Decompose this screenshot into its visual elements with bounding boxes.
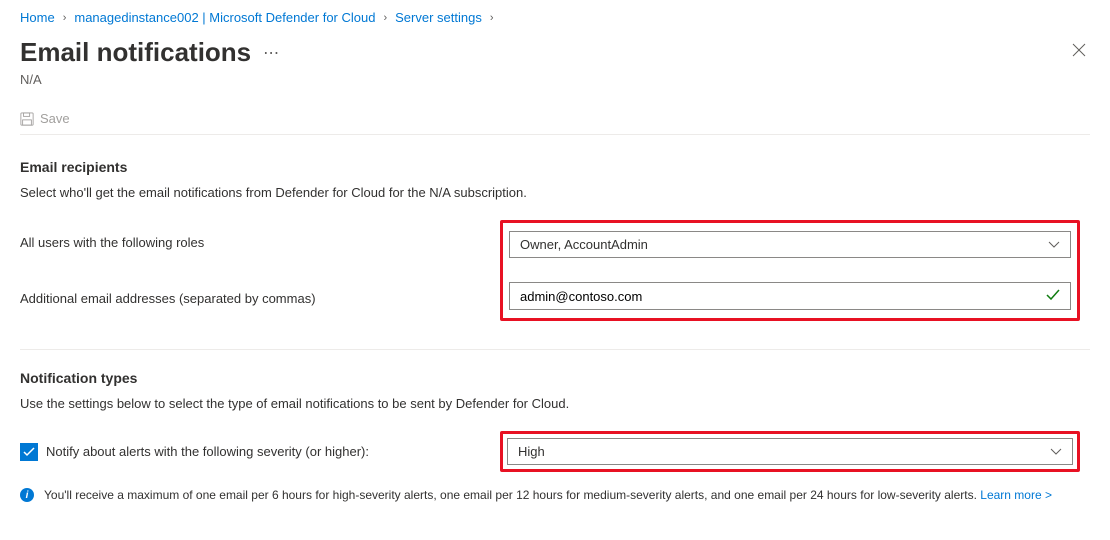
check-icon (1046, 288, 1060, 304)
page-subtitle: N/A (20, 72, 1090, 87)
breadcrumb-instance[interactable]: managedinstance002 | Microsoft Defender … (74, 10, 375, 25)
more-options-icon[interactable]: ⋯ (263, 43, 280, 63)
info-bar: i You'll receive a maximum of one email … (20, 488, 1090, 502)
learn-more-link[interactable]: Learn more > (980, 488, 1052, 502)
severity-value: High (518, 444, 545, 459)
breadcrumb-home[interactable]: Home (20, 10, 55, 25)
close-icon (1072, 43, 1086, 57)
roles-dropdown[interactable]: Owner, AccountAdmin (509, 231, 1071, 258)
emails-input-wrapper[interactable] (509, 282, 1071, 310)
section-recipients-title: Email recipients (20, 159, 1090, 175)
toolbar: Save (20, 103, 1090, 135)
emails-label: Additional email addresses (separated by… (20, 291, 500, 306)
chevron-right-icon: › (383, 12, 387, 24)
section-types-title: Notification types (20, 370, 1090, 386)
severity-label: Notify about alerts with the following s… (46, 444, 369, 459)
emails-input[interactable] (520, 289, 1046, 304)
section-types-desc: Use the settings below to select the typ… (20, 396, 1090, 411)
chevron-right-icon: › (490, 12, 494, 24)
page-title: Email notifications ⋯ (20, 37, 280, 68)
close-button[interactable] (1068, 37, 1090, 66)
save-icon (20, 112, 34, 126)
roles-value: Owner, AccountAdmin (520, 237, 648, 252)
chevron-down-icon (1048, 237, 1060, 252)
chevron-down-icon (1050, 444, 1062, 459)
section-email-recipients: Email recipients Select who'll get the e… (20, 159, 1090, 321)
save-button[interactable]: Save (20, 111, 70, 126)
severity-checkbox[interactable] (20, 443, 38, 461)
breadcrumb: Home › managedinstance002 | Microsoft De… (20, 10, 1090, 25)
info-text: You'll receive a maximum of one email pe… (44, 488, 977, 502)
info-icon: i (20, 488, 34, 502)
severity-dropdown[interactable]: High (507, 438, 1073, 465)
roles-label: All users with the following roles (20, 235, 500, 250)
severity-label-row: Notify about alerts with the following s… (20, 443, 500, 461)
save-label: Save (40, 111, 70, 126)
section-recipients-desc: Select who'll get the email notification… (20, 185, 1090, 200)
page-title-text: Email notifications (20, 37, 251, 68)
checkmark-icon (23, 447, 35, 457)
divider (20, 349, 1090, 350)
chevron-right-icon: › (63, 12, 67, 24)
breadcrumb-server-settings[interactable]: Server settings (395, 10, 482, 25)
section-notification-types: Notification types Use the settings belo… (20, 370, 1090, 502)
